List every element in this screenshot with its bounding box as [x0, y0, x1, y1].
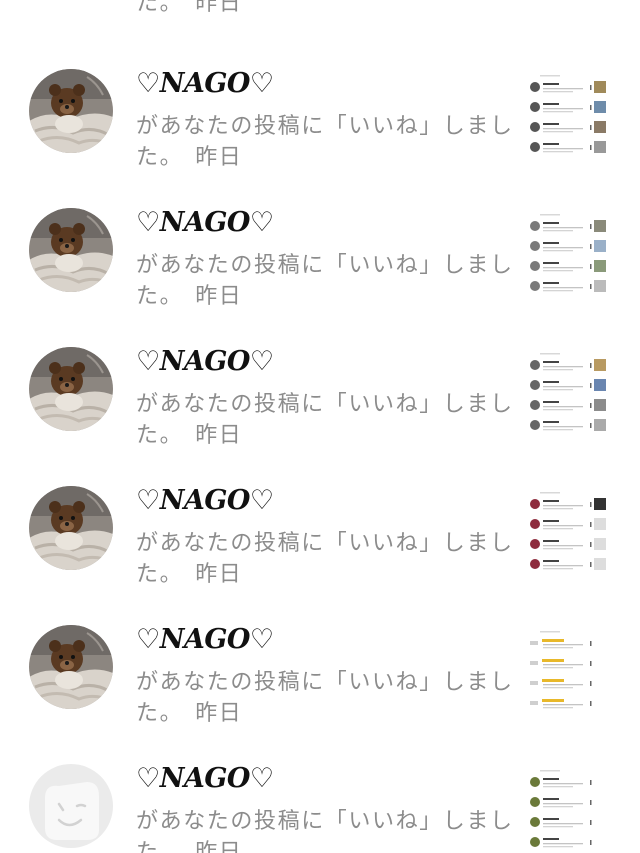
avatar[interactable]: [29, 625, 113, 709]
notification-text: があなたの投稿に「いいね」しまし: [136, 809, 514, 834]
notification-row[interactable]: ♡NAGO♡ があなたの投稿に「いいね」しまし た。 昨日: [0, 329, 640, 468]
username[interactable]: ♡NAGO♡: [136, 624, 274, 655]
post-thumbnail[interactable]: [528, 73, 608, 161]
post-thumbnail[interactable]: [528, 0, 608, 5]
post-thumbnail[interactable]: [528, 490, 608, 578]
avatar[interactable]: [29, 764, 113, 848]
notification-text: があなたの投稿に「いいね」しまし: [136, 253, 514, 278]
notification-message: があなたの投稿に「いいね」しまし た。 昨日: [136, 667, 514, 729]
teddy-bear-avatar-icon: [29, 347, 113, 431]
notification-message: があなたの投稿に「いいね」しまし た。 昨日: [136, 389, 514, 451]
notification-text-tail: た。 昨日: [136, 284, 243, 309]
notification-text-tail: た。 昨日: [136, 837, 514, 853]
notification-row[interactable]: ♡NAGO♡ があなたの投稿に「いいね」しまし た。 昨日: [0, 51, 640, 190]
timestamp: 昨日: [195, 701, 243, 726]
teddy-bear-avatar-icon: [29, 625, 113, 709]
notification-row[interactable]: ♡NAGO♡ があなたの投稿に「いいね」しまし た。 昨日: [0, 607, 640, 746]
post-thumbnail[interactable]: [528, 212, 608, 300]
notification-message-tail: た。 昨日: [136, 0, 243, 16]
notification-text-tail: た。 昨日: [136, 562, 243, 587]
notification-text: があなたの投稿に「いいね」しまし: [136, 392, 514, 417]
notification-text-tail: た。 昨日: [136, 145, 243, 170]
username[interactable]: ♡NAGO♡: [136, 68, 274, 99]
notification-message: があなたの投稿に「いいね」しまし た。 昨日: [136, 528, 514, 590]
timestamp: 昨日: [195, 145, 243, 170]
username[interactable]: ♡NAGO♡: [136, 207, 274, 238]
username[interactable]: ♡NAGO♡: [136, 485, 274, 516]
notification-text: があなたの投稿に「いいね」しまし: [136, 670, 514, 695]
post-thumbnail[interactable]: [528, 351, 608, 439]
teddy-bear-avatar-icon: [29, 69, 113, 153]
notification-row[interactable]: ♡NAGO♡ があなたの投稿に「いいね」しまし た。 昨日: [0, 190, 640, 329]
timestamp: 昨日: [195, 562, 243, 587]
avatar[interactable]: [29, 486, 113, 570]
notification-text: があなたの投稿に「いいね」しまし: [136, 531, 514, 556]
notification-message: があなたの投稿に「いいね」しまし た。 昨日: [136, 111, 514, 173]
teddy-bear-avatar-icon: [29, 486, 113, 570]
username[interactable]: ♡NAGO♡: [136, 763, 274, 794]
timestamp: 昨日: [195, 840, 243, 853]
teddy-bear-avatar-icon: [29, 208, 113, 292]
notification-row[interactable]: ♡NAGO♡ があなたの投稿に「いいね」しまし た。 昨日: [0, 468, 640, 607]
post-thumbnail[interactable]: [528, 629, 608, 717]
notification-message: があなたの投稿に「いいね」しまし た。 昨日: [136, 806, 514, 853]
notification-text-tail: た。 昨日: [136, 423, 243, 448]
notification-feed: た。 昨日 ♡NAGO♡ があなたの投稿に「いいね」しまし た。 昨日 ♡NAG…: [0, 0, 640, 853]
default-wink-face-icon: [29, 764, 113, 848]
notification-row[interactable]: ♡NAGO♡ があなたの投稿に「いいね」しまし た。 昨日: [0, 746, 640, 853]
notification-text-tail: た。 昨日: [136, 701, 243, 726]
timestamp: 昨日: [195, 284, 243, 309]
notification-text: があなたの投稿に「いいね」しまし: [136, 114, 514, 139]
post-thumbnail[interactable]: [528, 768, 608, 853]
avatar[interactable]: [29, 69, 113, 153]
timestamp: 昨日: [195, 423, 243, 448]
avatar[interactable]: [29, 208, 113, 292]
username[interactable]: ♡NAGO♡: [136, 346, 274, 377]
notification-message: があなたの投稿に「いいね」しまし た。 昨日: [136, 250, 514, 312]
avatar[interactable]: [29, 347, 113, 431]
